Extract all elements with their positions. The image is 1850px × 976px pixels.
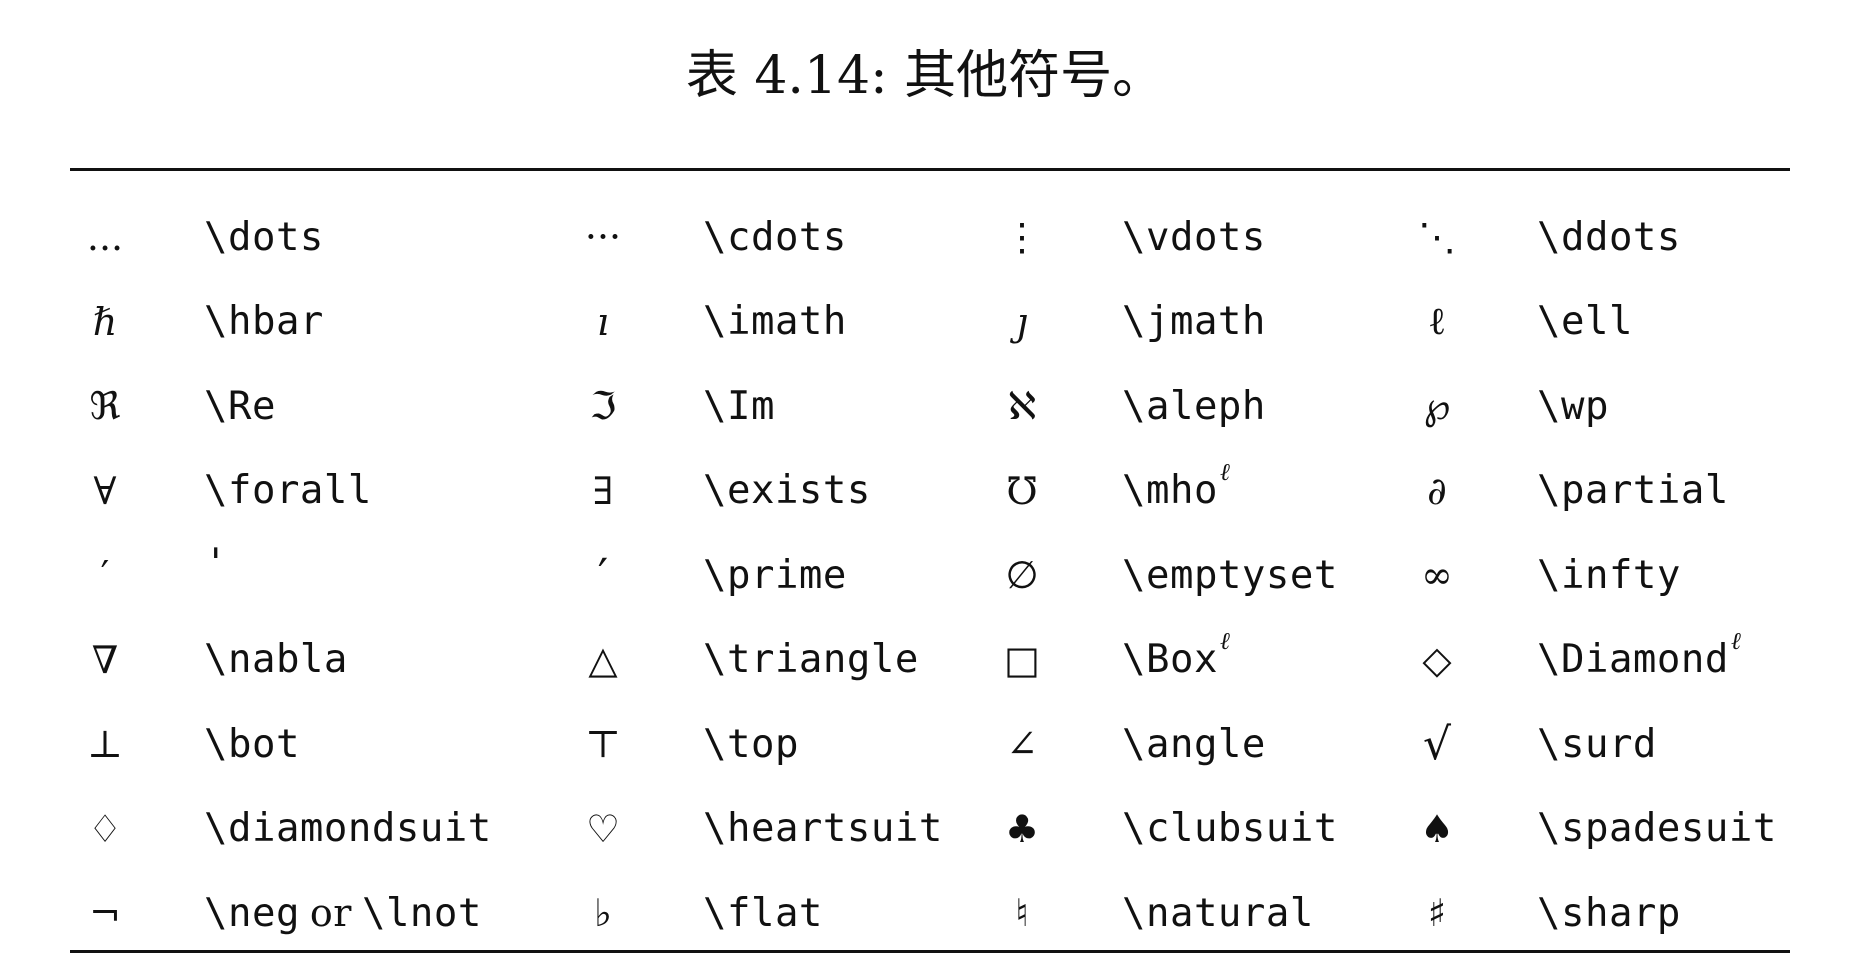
symbol-forall: ∀ — [93, 468, 117, 513]
table-row: ⊥ \bot ⊤ \top ∠ \angle √ \surd — [70, 702, 1790, 787]
command-diamondsuit: \diamondsuit — [204, 806, 492, 852]
command-neg: \neg — [204, 890, 300, 936]
command-exists: \exists — [703, 468, 871, 514]
symbol-exists: ∃ — [592, 468, 614, 513]
symbol-partial: ∂ — [1427, 468, 1447, 513]
command-flat: \flat — [703, 890, 823, 936]
command-box-text: \Box — [1122, 637, 1218, 683]
command-clubsuit: \clubsuit — [1122, 806, 1338, 852]
latexsym-superscript: ℓ — [1219, 627, 1231, 656]
command-infty: \infty — [1537, 552, 1681, 598]
symbol-ell: ℓ — [1427, 299, 1447, 344]
symbol-clubsuit: ♣ — [1004, 806, 1040, 851]
or-word: or — [309, 891, 352, 936]
command-mho: \mho ℓ — [1122, 449, 1230, 534]
symbol-sharp: ♯ — [1427, 891, 1447, 936]
command-diamond: \Diamond ℓ — [1537, 618, 1741, 703]
top-rule — [70, 168, 1790, 171]
table-row: ∀ \forall ∃ \exists ℧ \mho ℓ ∂ \partial — [70, 449, 1790, 534]
table-row: ℏ \hbar ı \imath ȷ \jmath ℓ \ell — [70, 280, 1790, 365]
command-ddots: \ddots — [1537, 214, 1681, 260]
command-cdots: \cdots — [703, 214, 847, 260]
symbol-heartsuit: ♡ — [585, 806, 621, 851]
command-wp: \wp — [1537, 383, 1609, 429]
command-apostrophe: ' — [204, 541, 228, 586]
command-top: \top — [703, 721, 799, 767]
symbol-infty: ∞ — [1421, 553, 1453, 598]
symbol-top: ⊤ — [585, 722, 621, 767]
symbol-cdots: ··· — [584, 215, 622, 260]
table-row: ¬ \neg or \lnot ♭ \flat ♮ \natural ♯ \shar… — [70, 871, 1790, 956]
symbol-prime: ′ — [597, 548, 609, 603]
command-mho-text: \mho — [1122, 468, 1218, 514]
command-vdots: \vdots — [1122, 214, 1266, 260]
command-jmath: \jmath — [1122, 299, 1266, 345]
table-row: ♢ \diamondsuit ♡ \heartsuit ♣ \clubsuit … — [70, 787, 1790, 872]
symbol-vdots: ⋮ — [1003, 215, 1041, 260]
symbol-flat: ♭ — [594, 891, 612, 936]
command-dots: \dots — [204, 214, 324, 260]
symbol-imath: ı — [596, 299, 610, 344]
command-triangle: \triangle — [703, 637, 919, 683]
symbol-box: □ — [1004, 637, 1040, 682]
symbol-re: ℜ — [89, 384, 121, 429]
command-nabla: \nabla — [204, 637, 348, 683]
command-natural: \natural — [1122, 890, 1314, 936]
symbol-angle: ∠ — [1006, 722, 1038, 767]
symbol-hbar: ℏ — [92, 299, 118, 344]
symbol-neg: ¬ — [89, 891, 121, 936]
symbol-triangle: △ — [588, 637, 618, 682]
table-row: ℜ \Re ℑ \Im ℵ \aleph ℘ \wp — [70, 364, 1790, 449]
command-bot: \bot — [204, 721, 300, 767]
command-prime: \prime — [703, 552, 847, 598]
command-heartsuit: \heartsuit — [703, 806, 943, 852]
command-forall: \forall — [204, 468, 372, 514]
command-sharp: \sharp — [1537, 890, 1681, 936]
command-lnot: \lnot — [361, 890, 482, 936]
symbol-diamondsuit: ♢ — [87, 806, 123, 851]
symbol-jmath: ȷ — [1016, 299, 1028, 344]
command-angle: \angle — [1122, 721, 1266, 767]
command-neg-or-lnot: \neg or \lnot — [204, 871, 482, 956]
latexsym-superscript: ℓ — [1730, 627, 1742, 656]
symbol-apostrophe-prime: ′ — [100, 553, 110, 598]
symbol-natural: ♮ — [1015, 891, 1029, 936]
symbol-wp: ℘ — [1423, 384, 1451, 429]
symbol-dots: ... — [86, 215, 124, 260]
command-aleph: \aleph — [1122, 383, 1266, 429]
command-diamond-text: \Diamond — [1537, 637, 1729, 683]
command-box: \Box ℓ — [1122, 618, 1230, 703]
symbol-table: ... \dots ··· \cdots ⋮ \vdots ⋱ \ddots ℏ… — [70, 195, 1790, 956]
table-caption: 表 4.14: 其他符号。 — [685, 46, 1165, 106]
symbol-emptyset: ∅ — [1005, 553, 1039, 598]
symbol-diamond: ◇ — [1422, 637, 1452, 682]
latexsym-superscript: ℓ — [1219, 458, 1231, 487]
table-row: ... \dots ··· \cdots ⋮ \vdots ⋱ \ddots — [70, 195, 1790, 280]
symbol-bot: ⊥ — [87, 722, 123, 767]
symbol-surd: √ — [1422, 718, 1452, 770]
command-partial: \partial — [1537, 468, 1729, 514]
command-ell: \ell — [1537, 299, 1633, 345]
symbol-ddots: ⋱ — [1418, 215, 1456, 260]
symbol-aleph: ℵ — [1007, 384, 1037, 429]
table-row: ∇ \nabla △ \triangle □ \Box ℓ ◇ \Diamond ℓ — [70, 618, 1790, 703]
command-re: \Re — [204, 383, 276, 429]
command-hbar: \hbar — [204, 299, 324, 345]
symbol-nabla: ∇ — [91, 637, 119, 682]
table-row: ′ ' ′ \prime ∅ \emptyset ∞ \infty — [70, 533, 1790, 618]
symbol-im: ℑ — [589, 384, 617, 429]
command-emptyset: \emptyset — [1122, 552, 1338, 598]
command-surd: \surd — [1537, 721, 1657, 767]
bottom-rule — [70, 950, 1790, 953]
command-spadesuit: \spadesuit — [1537, 806, 1777, 852]
command-im: \Im — [703, 383, 775, 429]
command-imath: \imath — [703, 299, 847, 345]
symbol-spadesuit: ♠ — [1419, 806, 1455, 851]
symbol-mho: ℧ — [1006, 468, 1038, 513]
